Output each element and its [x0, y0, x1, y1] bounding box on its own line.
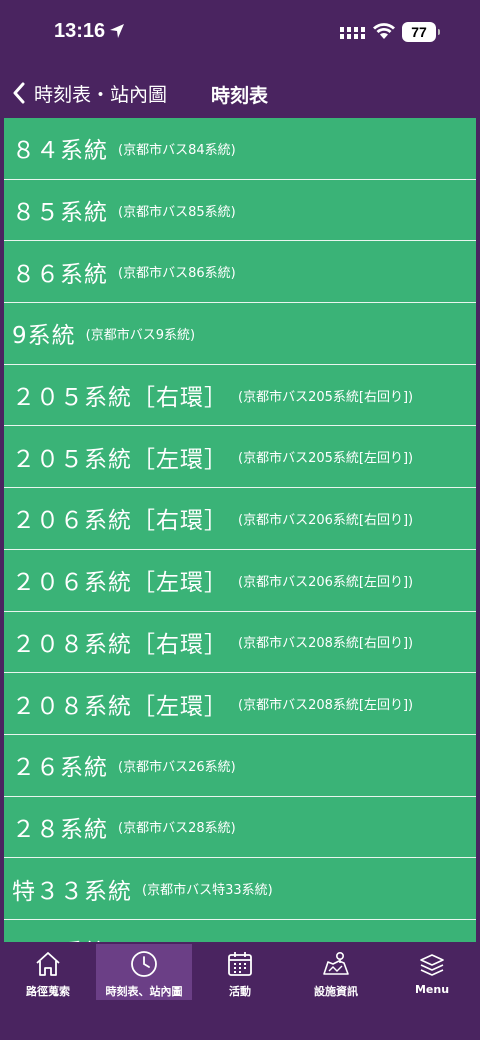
route-row-75[interactable]: ７５系統	[4, 919, 476, 942]
tab-menu[interactable]: Menu	[384, 942, 480, 1000]
tab-events[interactable]: 活動	[192, 942, 288, 1000]
route-row-206-right[interactable]: ２０６系統［右環］ (京都市バス206系統[右回り])	[4, 488, 476, 550]
route-subtitle: (京都市バス84系統)	[118, 142, 236, 158]
battery-indicator: 77	[402, 22, 440, 42]
route-subtitle: (京都市バス26系統)	[118, 759, 236, 775]
route-subtitle: (京都市バス205系統[左回り])	[238, 451, 414, 467]
wifi-icon	[373, 23, 395, 39]
route-title: 9系統	[12, 323, 76, 350]
route-row-206-left[interactable]: ２０６系統［左環］ (京都市バス206系統[左回り])	[4, 549, 476, 612]
tab-label: 活動	[229, 985, 251, 998]
route-title: ２０８系統［左環］	[12, 693, 228, 720]
signal-icon	[340, 27, 365, 39]
route-row-85[interactable]: ８５系統 (京都市バス85系統)	[4, 179, 476, 242]
route-title: ２０５系統［左環］	[12, 446, 228, 473]
route-title: ２０６系統［左環］	[12, 570, 228, 597]
route-list[interactable]: ８４系統 (京都市バス84系統) ８５系統 (京都市バス85系統) ８６系統 (…	[4, 118, 476, 942]
back-button[interactable]: 時刻表・站內圖	[12, 78, 167, 108]
route-subtitle: (京都市バス85系統)	[118, 204, 236, 220]
route-row-84[interactable]: ８４系統 (京都市バス84系統)	[4, 118, 476, 180]
map-icon	[323, 951, 349, 975]
route-row-9[interactable]: 9系統 (京都市バス9系統)	[4, 303, 476, 365]
tab-label: Menu	[414, 983, 450, 996]
tab-bar: 路徑蒐索 時刻表、站內圖 活動 設施資訊 Menu	[0, 942, 480, 1040]
layers-icon	[420, 954, 444, 976]
route-title: ８５系統	[12, 200, 108, 227]
tab-label: 路徑蒐索	[26, 985, 70, 998]
status-time: 13:16	[54, 20, 106, 42]
tab-facilities[interactable]: 設施資訊	[288, 942, 384, 1000]
route-subtitle: (京都市バス特33系統)	[142, 883, 273, 899]
tab-label: 時刻表、站內圖	[105, 985, 183, 998]
route-subtitle: (京都市バス206系統[左回り])	[238, 574, 414, 590]
route-title: ２０５系統［右環］	[12, 385, 228, 412]
route-title: ２０６系統［右環］	[12, 508, 228, 535]
route-row-special-33[interactable]: 特３３系統 (京都市バス特33系統)	[4, 858, 476, 920]
tab-route-search[interactable]: 路徑蒐索	[0, 942, 96, 1000]
route-subtitle: (京都市バス206系統[右回り])	[238, 512, 414, 528]
route-title: 特３３系統	[12, 878, 132, 905]
status-bar: 13:16 77	[0, 0, 480, 66]
route-title: ２８系統	[12, 816, 108, 843]
page-title: 時刻表	[211, 85, 269, 107]
clock-icon	[131, 951, 157, 977]
route-title: ２６系統	[12, 755, 108, 782]
route-row-26[interactable]: ２６系統 (京都市バス26系統)	[4, 734, 476, 797]
route-row-205-right[interactable]: ２０５系統［右環］ (京都市バス205系統[右回り])	[4, 364, 476, 427]
route-subtitle: (京都市バス205系統[右回り])	[238, 389, 414, 405]
route-row-208-right[interactable]: ２０８系統［右環］ (京都市バス208系統[右回り])	[4, 611, 476, 674]
chevron-left-icon	[13, 82, 25, 104]
route-row-208-left[interactable]: ２０８系統［左環］ (京都市バス208系統[左回り])	[4, 673, 476, 735]
calendar-icon	[228, 952, 252, 976]
route-title: ２０８系統［右環］	[12, 631, 228, 658]
location-arrow-icon	[110, 24, 124, 38]
route-subtitle: (京都市バス86系統)	[118, 266, 236, 282]
route-subtitle: (京都市バス208系統[右回り])	[238, 636, 414, 652]
home-icon	[36, 952, 60, 976]
route-title: ８４系統	[12, 138, 108, 165]
tab-timetable[interactable]: 時刻表、站內圖	[96, 944, 192, 1000]
back-label: 時刻表・站內圖	[34, 83, 168, 106]
route-title: ７５系統	[12, 933, 108, 942]
navigation-bar: 時刻表・站內圖 時刻表	[0, 66, 480, 118]
route-row-28[interactable]: ２８系統 (京都市バス28系統)	[4, 796, 476, 859]
tab-label: 設施資訊	[314, 985, 358, 998]
route-row-86[interactable]: ８６系統 (京都市バス86系統)	[4, 241, 476, 304]
route-subtitle: (京都市バス208系統[左回り])	[238, 698, 414, 714]
route-subtitle: (京都市バス28系統)	[118, 821, 236, 837]
route-title: ８６系統	[12, 261, 108, 288]
route-row-205-left[interactable]: ２０５系統［左環］ (京都市バス205系統[左回り])	[4, 426, 476, 489]
route-subtitle: (京都市バス9系統)	[85, 327, 196, 343]
